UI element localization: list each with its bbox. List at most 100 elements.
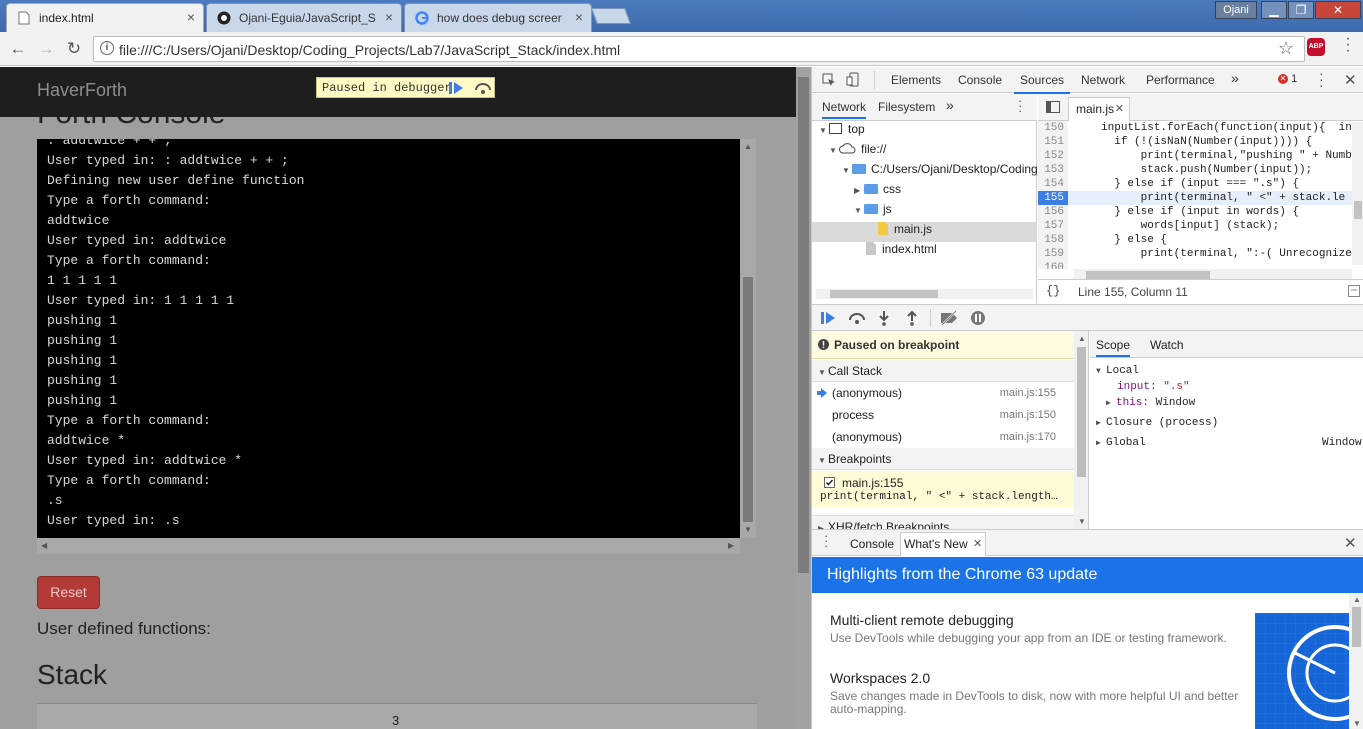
editor-tab-main-js[interactable]: main.js ✕ — [1068, 97, 1130, 121]
line-number[interactable]: 156 — [1038, 205, 1068, 219]
drawer-tab-console[interactable]: Console — [850, 537, 894, 551]
line-number[interactable]: 159 — [1038, 247, 1068, 261]
more-navigator-tabs-icon[interactable]: » — [946, 97, 954, 113]
tree-item-index-html[interactable]: index.html — [812, 242, 1037, 262]
close-drawer-tab-icon[interactable]: ✕ — [973, 537, 982, 550]
xhr-breakpoints-header[interactable]: ▶ XHR/fetch Breakpoints — [812, 515, 1074, 529]
devtools-menu-icon[interactable]: · · · — [1319, 67, 1324, 92]
scope-var-this[interactable]: ▶ this: Window — [1106, 397, 1195, 409]
tab-google-search[interactable]: how does debug screen × — [404, 3, 592, 32]
tab-performance[interactable]: Performance — [1146, 73, 1215, 87]
code-line[interactable]: 152 print(terminal,"pushing " + Numb — [1038, 149, 1363, 163]
brand-logo[interactable]: HaverForth — [37, 80, 127, 101]
scope-closure[interactable]: ▶ Closure (process) — [1096, 417, 1218, 429]
tree-item-project-folder[interactable]: ▼ C:/Users/Ojani/Desktop/Coding_ — [812, 162, 1044, 182]
back-button[interactable]: ← — [7, 38, 29, 60]
tree-item-file-origin[interactable]: ▼ file:// — [812, 142, 1037, 162]
close-tab-icon[interactable]: × — [575, 9, 583, 25]
line-number[interactable]: 154 — [1038, 177, 1068, 191]
breakpoint-checkbox[interactable] — [824, 477, 835, 488]
code-line[interactable]: 157 words[input] (stack); — [1038, 219, 1363, 233]
tab-navigator-network[interactable]: Network — [822, 100, 867, 119]
device-toolbar-icon[interactable] — [846, 72, 860, 87]
close-drawer-icon[interactable]: ✕ — [1344, 534, 1357, 552]
tab-watch[interactable]: Watch — [1150, 338, 1184, 352]
drawer-scrollbar[interactable]: ▲ ▼ — [1349, 593, 1363, 729]
info-icon[interactable]: i — [100, 41, 114, 55]
line-number[interactable]: 151 — [1038, 135, 1068, 149]
close-window-button[interactable]: ✕ — [1315, 1, 1361, 19]
code-line[interactable]: 158 } else { — [1038, 233, 1363, 247]
scroll-thumb[interactable] — [798, 77, 809, 573]
maximize-button[interactable]: ❐ — [1288, 1, 1314, 19]
bookmark-star-icon[interactable]: ☆ — [1278, 38, 1294, 59]
scroll-thumb[interactable] — [1086, 271, 1210, 279]
close-tab-icon[interactable]: × — [385, 9, 393, 25]
forward-button[interactable]: → — [35, 38, 57, 60]
adblock-extension-icon[interactable]: ABP — [1307, 38, 1325, 56]
tree-item-js[interactable]: ▼ js — [812, 202, 1037, 222]
page-scrollbar[interactable] — [796, 67, 811, 729]
more-tabs-icon[interactable]: » — [1231, 70, 1239, 86]
pause-on-exceptions-icon[interactable] — [970, 310, 986, 326]
step-out-icon[interactable] — [906, 310, 918, 326]
tab-scope[interactable]: Scope — [1096, 338, 1131, 357]
whats-new-title[interactable]: Multi-client remote debugging — [830, 612, 1014, 628]
step-into-icon[interactable] — [878, 310, 890, 326]
scroll-thumb[interactable] — [1352, 607, 1361, 647]
coverage-icon[interactable] — [1348, 285, 1360, 297]
new-tab-button[interactable] — [591, 8, 631, 24]
close-tab-icon[interactable]: × — [187, 9, 195, 25]
frame-location[interactable]: main.js:150 — [1000, 409, 1056, 421]
scroll-thumb[interactable] — [743, 277, 753, 522]
terminal-vertical-scrollbar[interactable]: ▲ ▼ — [740, 139, 756, 538]
breakpoint-item[interactable]: main.js:155 print(terminal, " <" + stack… — [812, 471, 1074, 507]
close-editor-tab-icon[interactable]: ✕ — [1115, 102, 1124, 115]
line-number[interactable]: 160 — [1038, 261, 1068, 269]
scope-local[interactable]: ▼ Local — [1096, 365, 1139, 377]
step-over-icon[interactable] — [848, 311, 866, 325]
resume-icon[interactable] — [448, 81, 464, 95]
tab-github[interactable]: Ojani-Eguia/JavaScript_S × — [206, 3, 402, 32]
close-devtools-icon[interactable]: ✕ — [1344, 71, 1357, 89]
tab-sources[interactable]: Sources — [1013, 73, 1071, 94]
tab-network[interactable]: Network — [1081, 73, 1125, 87]
line-number[interactable]: 150 — [1038, 121, 1068, 135]
scroll-thumb[interactable] — [830, 290, 938, 298]
code-line[interactable]: 153 stack.push(Number(input)); — [1038, 163, 1363, 177]
code-lines[interactable]: 150 inputList.forEach(function(input){ i… — [1038, 121, 1363, 269]
scroll-thumb[interactable] — [1354, 201, 1362, 219]
sidebar-scrollbar[interactable]: ▲ ▼ — [1074, 331, 1088, 529]
browser-menu-icon[interactable]: · · · — [1341, 31, 1355, 59]
line-number[interactable]: 153 — [1038, 163, 1068, 177]
breakpoints-header[interactable]: ▼ Breakpoints — [812, 448, 1074, 470]
frame-location[interactable]: main.js:170 — [1000, 431, 1056, 443]
error-count-badge[interactable]: ✕ 1 — [1278, 73, 1297, 85]
resume-icon[interactable] — [820, 311, 836, 325]
reload-button[interactable]: ↻ — [63, 38, 85, 60]
terminal-horizontal-scrollbar[interactable]: ◀ ▶ — [37, 538, 740, 554]
tab-index-html[interactable]: index.html × — [6, 3, 204, 32]
drawer-menu-icon[interactable]: · · · — [824, 529, 828, 552]
code-line[interactable]: 151 if (!(isNaN(Number(input)))) { — [1038, 135, 1363, 149]
tree-item-main-js[interactable]: main.js — [812, 222, 1037, 242]
tree-item-css[interactable]: ▶ css — [812, 182, 1037, 202]
code-line[interactable]: 154 } else if (input === ".s") { — [1038, 177, 1363, 191]
code-line[interactable]: 156 } else if (input in words) { — [1038, 205, 1363, 219]
whats-new-title[interactable]: Workspaces 2.0 — [830, 670, 930, 686]
address-bar[interactable]: i file:///C:/Users/Ojani/Desktop/Coding_… — [93, 36, 1305, 62]
code-line[interactable]: 159 print(terminal, ":-( Unrecognize — [1038, 247, 1363, 261]
line-number[interactable]: 155 — [1038, 191, 1068, 205]
line-number[interactable]: 158 — [1038, 233, 1068, 247]
code-line[interactable]: 155 print(terminal, " <" + stack.le — [1038, 191, 1363, 205]
inspect-element-icon[interactable] — [822, 73, 836, 87]
profile-button[interactable]: Ojani — [1215, 1, 1257, 19]
scope-var-input[interactable]: input: ".s" — [1117, 381, 1190, 393]
reset-button[interactable]: Reset — [37, 576, 100, 609]
minimize-button[interactable]: ▁ — [1261, 1, 1287, 19]
code-line[interactable]: 160 — [1038, 261, 1363, 269]
deactivate-breakpoints-icon[interactable] — [939, 310, 959, 326]
call-frame[interactable]: (anonymous) main.js:170 — [812, 426, 1074, 448]
tab-console[interactable]: Console — [958, 73, 1002, 87]
line-number[interactable]: 157 — [1038, 219, 1068, 233]
